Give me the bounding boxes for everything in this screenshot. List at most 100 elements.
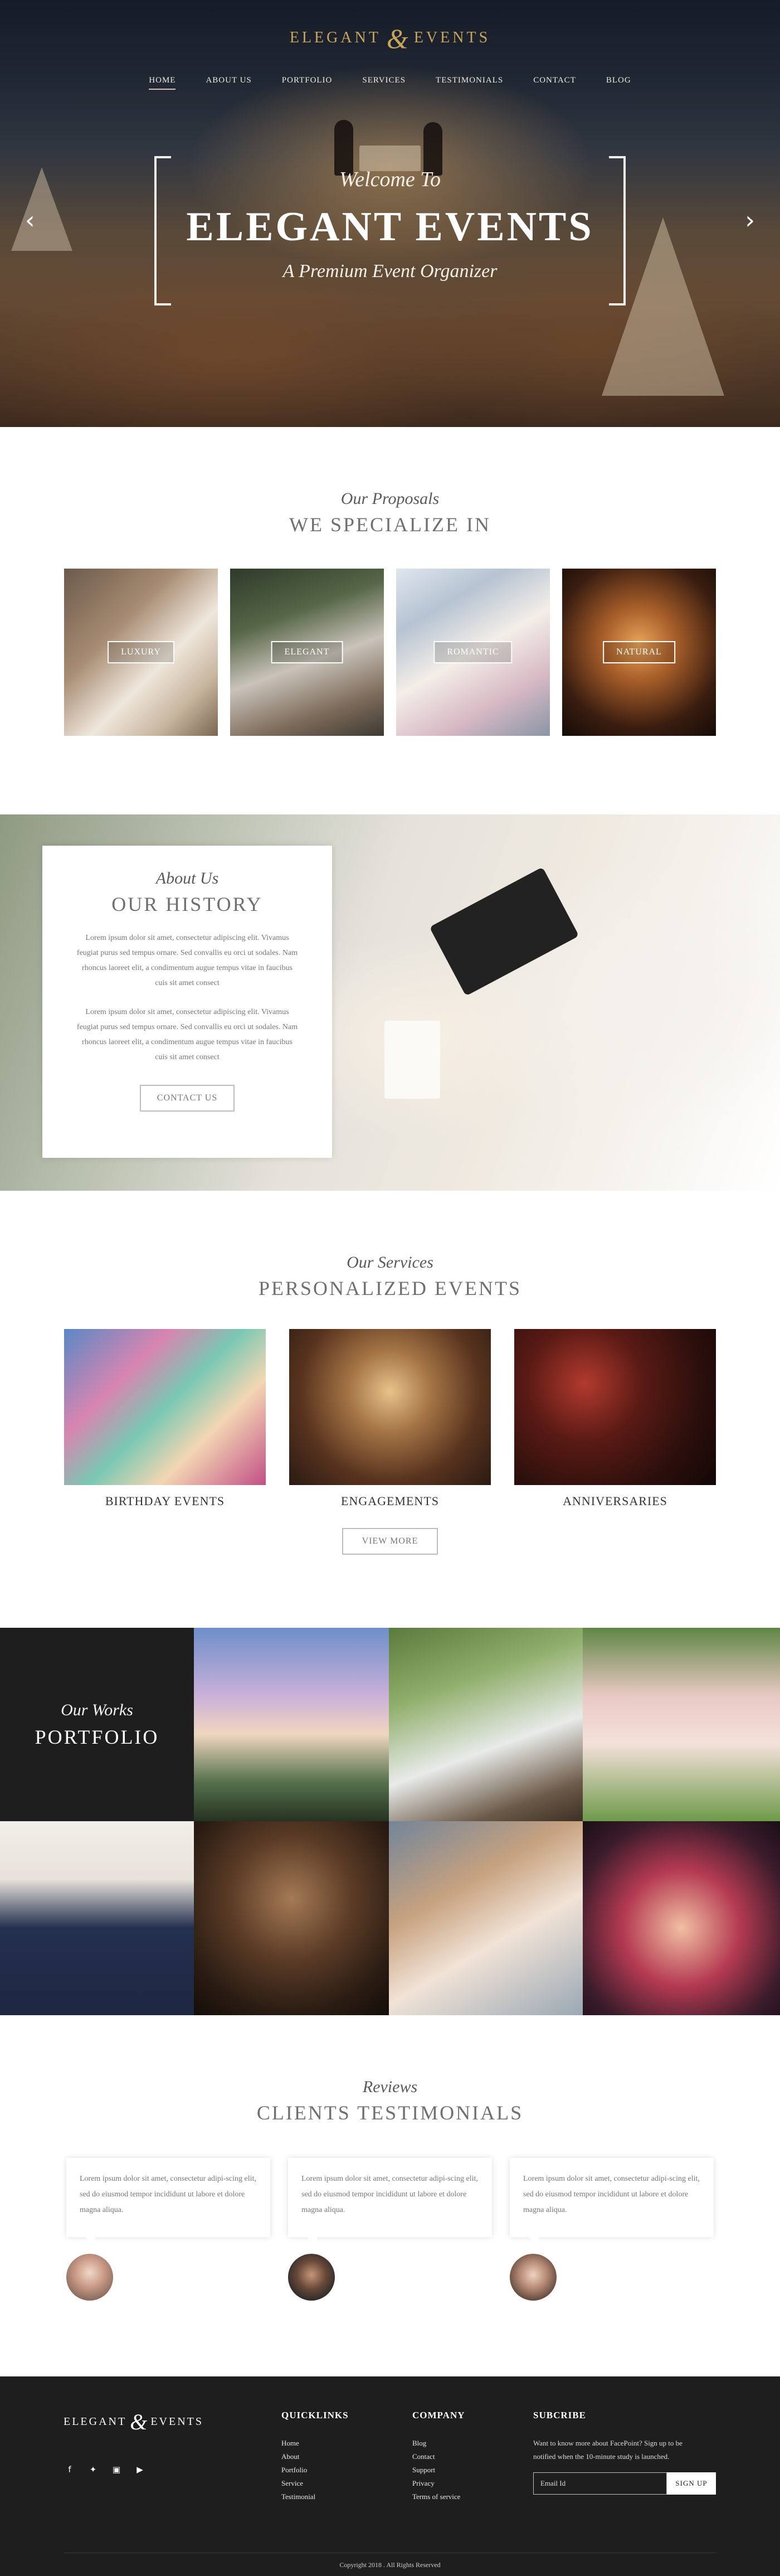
section-kicker: About Us	[155, 869, 219, 887]
hero-welcome: Welcome To	[339, 168, 441, 191]
hero-title: ELEGANT EVENTS	[186, 204, 594, 250]
hero-frame: Welcome To ELEGANT EVENTS A Premium Even…	[154, 156, 626, 305]
service-card-anniversaries[interactable]: ANNIVERSARIES	[514, 1329, 716, 1508]
hero-section: ELEGANT & EVENTS HOME ABOUT US PORTFOLIO S…	[0, 0, 780, 427]
testimonial-item: Lorem ipsum dolor sit amet, consectetur …	[510, 2158, 714, 2301]
portfolio-image[interactable]	[583, 1628, 780, 1821]
section-title: OUR HISTORY	[111, 893, 263, 915]
footer-link-portfolio[interactable]: Portfolio	[281, 2463, 349, 2477]
service-image	[514, 1329, 716, 1485]
services-grid: BIRTHDAY EVENTS ENGAGEMENTS ANNIVERSARIE…	[0, 1329, 780, 1508]
footer-heading: COMPANY	[412, 2410, 465, 2420]
footer-link-support[interactable]: Support	[412, 2463, 465, 2477]
tablet-image	[429, 867, 579, 996]
logo-text-right: EVENTS	[150, 2415, 203, 2428]
nav-portfolio[interactable]: PORTFOLIO	[282, 76, 333, 90]
nav-about-us[interactable]: ABOUT US	[206, 76, 251, 90]
hero-subtitle: A Premium Event Organizer	[282, 261, 498, 282]
specialize-card-elegant[interactable]: ELEGANT	[230, 569, 384, 736]
portfolio-image[interactable]	[389, 1821, 583, 2015]
service-card-birthday[interactable]: BIRTHDAY EVENTS	[64, 1329, 266, 1508]
section-title: PORTFOLIO	[35, 1725, 159, 1748]
view-more-button[interactable]: VIEW MORE	[342, 1528, 438, 1555]
portfolio-image[interactable]	[194, 1821, 389, 2015]
logo-text-left: ELEGANT	[64, 2415, 127, 2428]
testimonials-section: Reviews CLIENTS TESTIMONIALS Lorem ipsum…	[0, 2015, 780, 2376]
service-name: BIRTHDAY EVENTS	[105, 1494, 225, 1508]
testimonial-item: Lorem ipsum dolor sit amet, consectetur …	[288, 2158, 492, 2301]
portfolio-section: Our Works PORTFOLIO	[0, 1628, 780, 2015]
avatar	[510, 2254, 557, 2301]
footer-link-home[interactable]: Home	[281, 2437, 349, 2450]
specialize-label: NATURAL	[603, 641, 675, 663]
logo-monogram: &	[386, 23, 408, 54]
specialize-card-natural[interactable]: NATURAL	[562, 569, 716, 736]
section-title: CLIENTS TESTIMONIALS	[256, 2102, 524, 2124]
section-title: WE SPECIALIZE IN	[289, 513, 491, 536]
twitter-icon[interactable]: ✦	[87, 2465, 99, 2475]
footer-link-contact[interactable]: Contact	[412, 2450, 465, 2463]
chevron-right-icon[interactable]: ›	[745, 206, 755, 235]
footer-heading: SUBCRIBE	[533, 2410, 586, 2420]
portfolio-image[interactable]	[0, 1821, 194, 2015]
testimonial-box: Lorem ipsum dolor sit amet, consectetur …	[66, 2158, 270, 2247]
logo-monogram: &	[130, 2409, 148, 2434]
footer-link-about[interactable]: About	[281, 2450, 349, 2463]
portfolio-image[interactable]	[194, 1628, 389, 1821]
youtube-icon[interactable]: ▶	[134, 2465, 146, 2475]
service-card-engagements[interactable]: ENGAGEMENTS	[289, 1329, 491, 1508]
footer-subscribe: SUBCRIBE Want to know more about FacePoi…	[533, 2410, 716, 2495]
specialize-section: Our Proposals WE SPECIALIZE IN LUXURY EL…	[0, 427, 780, 814]
specialize-label: ELEGANT	[271, 641, 343, 663]
service-name: ANNIVERSARIES	[563, 1494, 667, 1508]
portfolio-image[interactable]	[583, 1821, 780, 2015]
facebook-icon[interactable]: f	[64, 2465, 76, 2475]
testimonial-box: Lorem ipsum dolor sit amet, consectetur …	[288, 2158, 492, 2247]
services-section: Our Services PERSONALIZED EVENTS BIRTHDA…	[0, 1191, 780, 1628]
site-logo[interactable]: ELEGANT & EVENTS	[0, 22, 780, 55]
chevron-left-icon[interactable]: ‹	[25, 206, 35, 235]
nav-contact[interactable]: CONTACT	[533, 76, 576, 90]
instagram-icon[interactable]: ▣	[110, 2465, 123, 2475]
service-name: ENGAGEMENTS	[341, 1494, 439, 1508]
service-image	[64, 1329, 266, 1485]
testimonials-grid: Lorem ipsum dolor sit amet, consectetur …	[0, 2158, 780, 2301]
copyright: Copyright 2018 . All Rights Reserved	[339, 2561, 441, 2569]
nav-testimonials[interactable]: TESTIMONIALS	[436, 76, 503, 90]
section-kicker: Our Proposals	[340, 489, 440, 508]
nav-blog[interactable]: BLOG	[606, 76, 631, 90]
history-paragraph: Lorem ipsum dolor sit amet, consectetur …	[76, 1008, 298, 1061]
section-kicker: Our Works	[61, 1700, 133, 1719]
section-title: PERSONALIZED EVENTS	[259, 1277, 521, 1299]
main-nav: HOME ABOUT US PORTFOLIO SERVICES TESTIMO…	[0, 76, 780, 90]
footer-link-testimonial[interactable]: Testimonial	[281, 2490, 349, 2504]
history-paragraph: Lorem ipsum dolor sit amet, consectetur …	[76, 934, 298, 987]
history-section: About Us OUR HISTORY Lorem ipsum dolor s…	[0, 814, 780, 1191]
site-footer: ELEGANT & EVENTS f ✦ ▣ ▶ QUICKLINKS Home A…	[0, 2376, 780, 2576]
portfolio-title-block: Our Works PORTFOLIO	[0, 1628, 194, 1821]
specialize-card-luxury[interactable]: LUXURY	[64, 569, 218, 736]
subscribe-form: SIGN UP	[533, 2472, 716, 2495]
footer-company: COMPANY Blog Contact Support Privacy Ter…	[412, 2410, 465, 2504]
history-card: About Us OUR HISTORY Lorem ipsum dolor s…	[42, 846, 332, 1158]
footer-link-privacy[interactable]: Privacy	[412, 2477, 465, 2490]
portfolio-image[interactable]	[389, 1628, 583, 1821]
candle-image	[384, 1021, 440, 1099]
specialize-grid: LUXURY ELEGANT ROMANTIC NATURAL	[64, 569, 716, 736]
footer-link-terms[interactable]: Terms of service	[412, 2490, 465, 2504]
social-links: f ✦ ▣ ▶	[64, 2465, 146, 2475]
sign-up-button[interactable]: SIGN UP	[667, 2472, 716, 2495]
nav-home[interactable]: HOME	[149, 76, 176, 90]
footer-logo[interactable]: ELEGANT & EVENTS	[64, 2409, 203, 2435]
testimonial-item: Lorem ipsum dolor sit amet, consectetur …	[66, 2158, 270, 2301]
nav-services[interactable]: SERVICES	[362, 76, 406, 90]
logo-text-right: EVENTS	[413, 29, 491, 46]
subscribe-text: Want to know more about FacePoint? Sign …	[533, 2439, 682, 2461]
avatar	[66, 2254, 113, 2301]
footer-link-service[interactable]: Service	[281, 2477, 349, 2490]
testimonial-box: Lorem ipsum dolor sit amet, consectetur …	[510, 2158, 714, 2247]
specialize-card-romantic[interactable]: ROMANTIC	[396, 569, 550, 736]
contact-us-button[interactable]: CONTACT US	[140, 1085, 235, 1112]
footer-link-blog[interactable]: Blog	[412, 2437, 465, 2450]
email-field[interactable]	[533, 2472, 667, 2495]
